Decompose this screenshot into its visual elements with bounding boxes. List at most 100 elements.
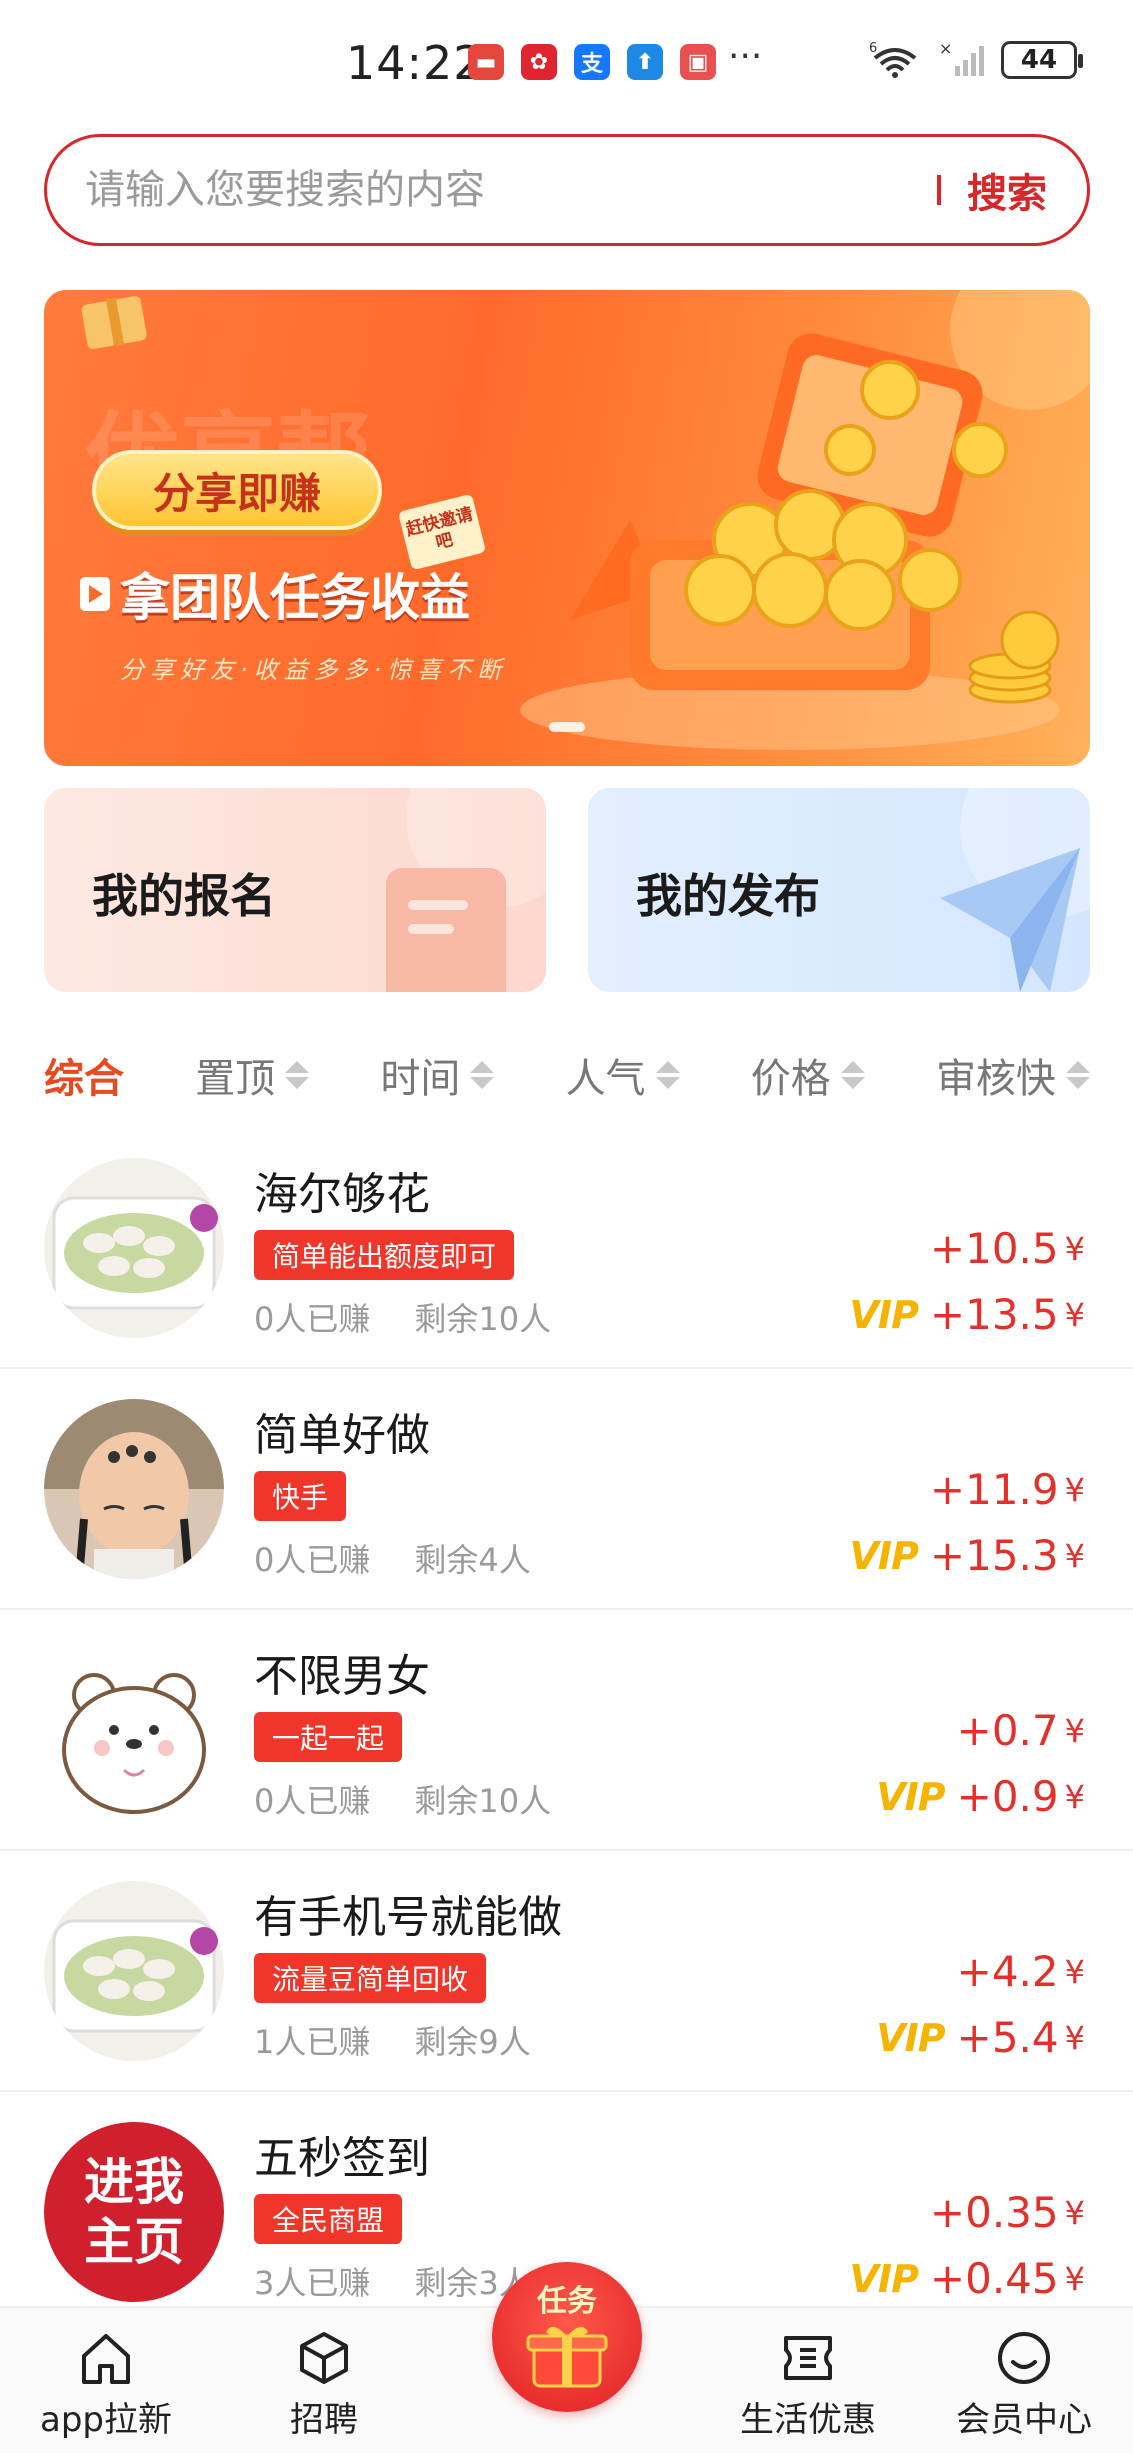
vip-badge: VIP <box>876 2015 945 2060</box>
price-value: +11.9 <box>929 1465 1059 1514</box>
play-icon <box>80 577 110 611</box>
currency-symbol: ¥ <box>1064 1470 1085 1509</box>
price-value: +0.35 <box>929 2188 1059 2237</box>
tab-label: 时间 <box>380 1056 461 1102</box>
gift-box-icon <box>81 296 147 349</box>
task-item[interactable]: 不限男女 一起一起 0人已赚 剩余10人 +0.7 ¥ VIP +0.9 ¥ <box>0 1610 1133 1851</box>
currency-symbol: ¥ <box>1064 2018 1085 2057</box>
smile-icon <box>998 2332 1050 2384</box>
task-item[interactable]: 有手机号就能做 流量豆简单回收 1人已赚 剩余9人 +4.2 ¥ VIP +5.… <box>0 1851 1133 2092</box>
nav-member-center[interactable]: 会员中心 <box>956 2328 1092 2441</box>
tab-popularity[interactable]: 人气 <box>566 1046 680 1104</box>
vip-price-value: +0.9 <box>956 1772 1059 1821</box>
price-value: +10.5 <box>929 1224 1059 1273</box>
banner-share-pill: 分享即赚 <box>92 450 382 530</box>
nav-label: 招聘 <box>290 2400 358 2440</box>
price-value: +4.2 <box>956 1947 1059 1996</box>
currency-symbol: ¥ <box>1064 1952 1085 1991</box>
sort-icon <box>285 1061 310 1089</box>
alipay-icon: 支 <box>574 44 610 80</box>
nav-recruitment[interactable]: 招聘 <box>290 2328 358 2441</box>
flower-app-icon: ✿ <box>521 44 557 80</box>
task-tag: 快手 <box>254 1471 347 1521</box>
task-vip-price: VIP +13.5 ¥ <box>850 1290 1085 1339</box>
task-title: 有手机号就能做 <box>254 1892 562 1943</box>
vip-price-value: +5.4 <box>956 2013 1059 2062</box>
battery-indicator: 44 <box>1001 41 1083 79</box>
gift-icon <box>526 2326 608 2388</box>
tab-label: 人气 <box>565 1056 646 1102</box>
search-input[interactable] <box>85 167 937 213</box>
nav-center-label: 任务 <box>537 2284 597 2319</box>
search-bar: 搜索 <box>44 134 1090 246</box>
task-avatar-shrimp <box>44 1158 224 1338</box>
vip-price-value: +13.5 <box>929 1290 1059 1339</box>
bottom-nav: app拉新 招聘 任务 生活优惠 会员中心 <box>0 2262 1133 2453</box>
tab-label: 综合 <box>44 1056 124 1102</box>
my-publish-label: 我的发布 <box>636 869 820 923</box>
status-bar: 14:22 ▬ ✿ 支 ⬆ ▣ ··· 6 × 44 <box>0 0 1133 120</box>
remaining-count: 剩余9人 <box>414 2023 531 2061</box>
currency-symbol: ¥ <box>1064 1777 1085 1816</box>
currency-symbol: ¥ <box>1064 1295 1085 1334</box>
currency-symbol: ¥ <box>1064 2259 1085 2298</box>
task-vip-price: VIP +15.3 ¥ <box>850 1531 1085 1580</box>
task-meta: 3人已赚 剩余3人 <box>254 2258 531 2304</box>
earned-count: 0人已赚 <box>254 1300 371 1338</box>
signal-icon: × <box>939 40 984 76</box>
tab-label: 审核快 <box>935 1056 1056 1102</box>
system-indicators: 6 × 44 <box>869 40 1083 80</box>
remaining-count: 剩余10人 <box>414 1782 552 1820</box>
search-button[interactable]: 搜索 <box>967 161 1047 219</box>
tab-pinned[interactable]: 置顶 <box>195 1046 310 1104</box>
carousel-indicator[interactable] <box>549 722 585 732</box>
home-icon <box>82 2334 130 2384</box>
promo-banner[interactable]: 优享帮 分享即赚 赶快邀请吧 <box>44 290 1090 766</box>
nav-task-center[interactable]: 任务 <box>492 2262 642 2412</box>
task-price: +0.7 ¥ <box>957 1706 1085 1755</box>
sort-icon <box>840 1061 865 1089</box>
ticket-icon <box>784 2336 832 2380</box>
calendar-app-icon: ▣ <box>680 44 716 80</box>
task-item[interactable]: 海尔够花 简单能出额度即可 0人已赚 剩余10人 +10.5 ¥ VIP +13… <box>0 1128 1133 1369</box>
banner-title: 拿团队任务收益 <box>80 558 470 630</box>
svg-text:×: × <box>939 40 952 58</box>
nav-life-deals[interactable]: 生活优惠 <box>740 2328 876 2441</box>
vip-badge: VIP <box>849 1533 919 1578</box>
filter-tabs: 综合 置顶 时间 人气 价格 审核快 <box>44 1040 1090 1110</box>
sort-icon <box>655 1061 680 1089</box>
task-price: +0.35 ¥ <box>930 2188 1085 2237</box>
wifi-icon: 6 <box>869 41 917 78</box>
avatar-text-line: 进我 <box>84 2153 184 2211</box>
sort-icon <box>1065 1061 1090 1089</box>
document-icon <box>386 788 546 992</box>
treasure-chest-illustration <box>520 290 1090 750</box>
my-signup-card[interactable]: 我的报名 <box>44 788 546 992</box>
task-tag: 简单能出额度即可 <box>254 1230 515 1280</box>
task-avatar-homepage: 进我 主页 <box>44 2122 224 2302</box>
my-publish-card[interactable]: 我的发布 <box>588 788 1090 992</box>
task-item[interactable]: 简单好做 快手 0人已赚 剩余4人 +11.9 ¥ VIP +15.3 ¥ <box>0 1369 1133 1610</box>
tab-label: 置顶 <box>195 1056 276 1102</box>
task-title: 不限男女 <box>254 1651 430 1702</box>
search-divider <box>937 175 941 205</box>
nav-app-referral[interactable]: app拉新 <box>40 2328 172 2441</box>
tab-comprehensive[interactable]: 综合 <box>44 1046 124 1104</box>
remaining-count: 剩余4人 <box>414 1541 531 1579</box>
tab-price[interactable]: 价格 <box>751 1046 865 1104</box>
vip-badge: VIP <box>849 2256 919 2301</box>
notification-icons: ▬ ✿ 支 ⬆ ▣ <box>468 44 716 80</box>
task-price: +10.5 ¥ <box>930 1224 1085 1273</box>
upload-app-icon: ⬆ <box>627 44 663 80</box>
task-price: +11.9 ¥ <box>930 1465 1085 1514</box>
huawei-app-icon: ▬ <box>468 44 504 80</box>
nav-label: app拉新 <box>40 2400 172 2440</box>
earned-count: 0人已赚 <box>254 1541 371 1579</box>
task-avatar-shrimp <box>44 1881 224 2061</box>
tab-time[interactable]: 时间 <box>380 1046 495 1104</box>
clock: 14:22 <box>346 36 484 90</box>
banner-subtitle: 分享好友·收益多多·惊喜不断 <box>120 656 508 684</box>
task-meta: 0人已赚 剩余10人 <box>254 1776 551 1822</box>
tab-fast-review[interactable]: 审核快 <box>936 1046 1090 1104</box>
box-icon <box>300 2332 348 2384</box>
